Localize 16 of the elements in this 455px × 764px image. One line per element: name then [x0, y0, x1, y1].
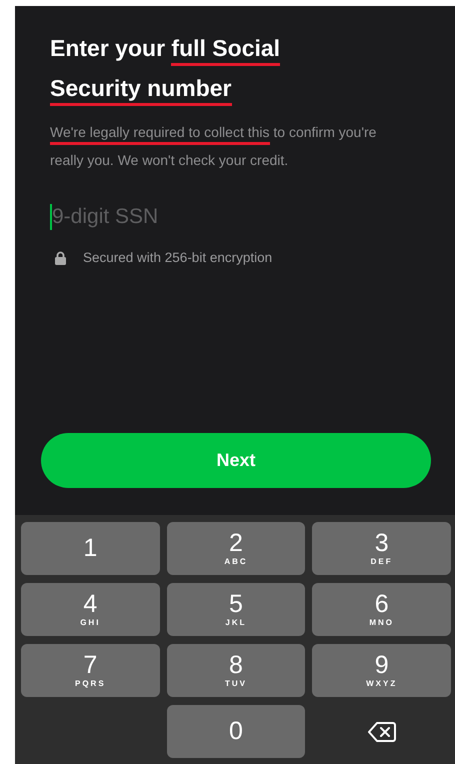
keypad-key[interactable]: 1 [21, 522, 160, 575]
description-text: We're legally required to collect this to confirm you're really you. We won't check your credit. [50, 123, 378, 170]
keypad-key[interactable]: 5 JKL [166, 583, 306, 636]
ssn-field[interactable]: 9-digit SSN [52, 202, 302, 232]
security-note: Secured with 256-bit encryption [83, 250, 272, 265]
text-cursor [50, 204, 52, 230]
lock-icon [54, 250, 67, 264]
backspace-icon [368, 720, 396, 742]
keypad-key[interactable]: 0 [166, 705, 306, 758]
keypad-key[interactable]: 3 DEF [312, 522, 451, 575]
keypad-key[interactable]: 8 TUV [166, 644, 306, 697]
keypad-key[interactable]: 2 ABC [166, 522, 306, 575]
keypad-key[interactable]: 9 WXYZ [312, 644, 451, 697]
keypad-key[interactable]: 4 GHI [21, 583, 160, 636]
keypad-key[interactable]: 6 MNO [312, 583, 451, 636]
keypad-key[interactable]: 7 PQRS [21, 644, 160, 697]
